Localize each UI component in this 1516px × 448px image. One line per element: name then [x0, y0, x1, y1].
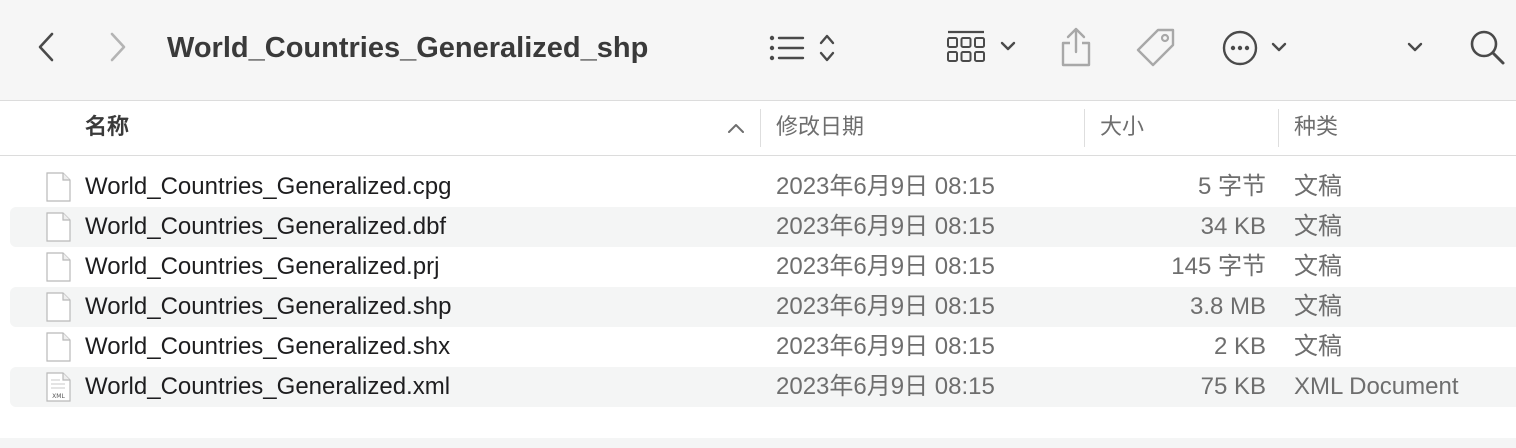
file-row[interactable]: World_Countries_Generalized.shx 2023年6月9… — [0, 327, 1516, 367]
file-date: 2023年6月9日 08:15 — [776, 213, 995, 240]
file-row[interactable]: World_Countries_Generalized.shp 2023年6月9… — [0, 287, 1516, 327]
file-name: World_Countries_Generalized.shx — [85, 333, 451, 360]
document-icon — [44, 332, 72, 362]
back-chevron-left-icon[interactable] — [30, 30, 62, 64]
expand-chevron-down-icon[interactable] — [1400, 36, 1430, 60]
file-name: World_Countries_Generalized.shp — [85, 293, 452, 320]
window-title: World_Countries_Generalized_shp — [167, 32, 649, 64]
share-icon[interactable] — [1058, 26, 1094, 68]
file-size: 75 KB — [1200, 373, 1266, 400]
document-icon — [44, 252, 72, 282]
file-list: World_Countries_Generalized.cpg 2023年6月9… — [0, 167, 1516, 407]
file-date: 2023年6月9日 08:15 — [776, 293, 995, 320]
file-row[interactable]: World_Countries_Generalized.cpg 2023年6月9… — [0, 167, 1516, 207]
file-name: World_Countries_Generalized.cpg — [85, 173, 452, 200]
file-name: World_Countries_Generalized.xml — [85, 373, 451, 400]
file-date: 2023年6月9日 08:15 — [776, 333, 995, 360]
document-icon — [44, 292, 72, 322]
file-row[interactable]: World_Countries_Generalized.prj 2023年6月9… — [0, 247, 1516, 287]
file-kind: 文稿 — [1294, 253, 1342, 280]
document-icon — [44, 212, 72, 242]
file-date: 2023年6月9日 08:15 — [776, 253, 995, 280]
file-kind: 文稿 — [1294, 173, 1342, 200]
file-kind: 文稿 — [1294, 293, 1342, 320]
column-kind-header[interactable]: 种类 — [1294, 101, 1338, 155]
file-kind: 文稿 — [1294, 213, 1342, 240]
tag-icon[interactable] — [1134, 26, 1178, 70]
file-name: World_Countries_Generalized.prj — [85, 253, 440, 280]
ellipsis-circle-icon[interactable] — [1220, 28, 1292, 68]
column-size-header[interactable]: 大小 — [1100, 101, 1144, 155]
column-divider[interactable] — [1084, 109, 1085, 147]
file-row[interactable]: XML World_Countries_Generalized.xml 2023… — [0, 367, 1516, 407]
file-size: 34 KB — [1200, 213, 1266, 240]
empty-row-stripe — [0, 438, 1516, 448]
column-name-header[interactable]: 名称 — [85, 101, 129, 155]
file-date: 2023年6月9日 08:15 — [776, 373, 995, 400]
file-row[interactable]: World_Countries_Generalized.dbf 2023年6月9… — [0, 207, 1516, 247]
file-kind: 文稿 — [1294, 333, 1342, 360]
file-size: 2 KB — [1213, 333, 1266, 360]
document-icon — [44, 172, 72, 202]
file-name: World_Countries_Generalized.dbf — [85, 213, 447, 240]
file-size: 145 字节 — [1171, 253, 1266, 280]
file-kind: XML Document — [1294, 373, 1459, 400]
list-view-icon[interactable] — [766, 30, 842, 66]
toolbar: World_Countries_Generalized_shp — [0, 0, 1516, 101]
sort-ascending-chevron-up-icon[interactable] — [724, 119, 748, 137]
column-divider[interactable] — [760, 109, 761, 147]
xml-document-icon: XML — [44, 372, 72, 402]
file-size: 3.8 MB — [1189, 293, 1266, 320]
file-size: 5 字节 — [1197, 173, 1266, 200]
column-header: 名称 修改日期 大小 种类 — [0, 101, 1516, 156]
xml-icon-label: XML — [52, 393, 65, 400]
forward-chevron-right-icon[interactable] — [102, 30, 134, 64]
group-grid-icon[interactable] — [944, 27, 1020, 67]
column-divider[interactable] — [1278, 109, 1279, 147]
file-date: 2023年6月9日 08:15 — [776, 173, 995, 200]
search-icon[interactable] — [1466, 26, 1508, 68]
column-date-header[interactable]: 修改日期 — [776, 101, 864, 155]
